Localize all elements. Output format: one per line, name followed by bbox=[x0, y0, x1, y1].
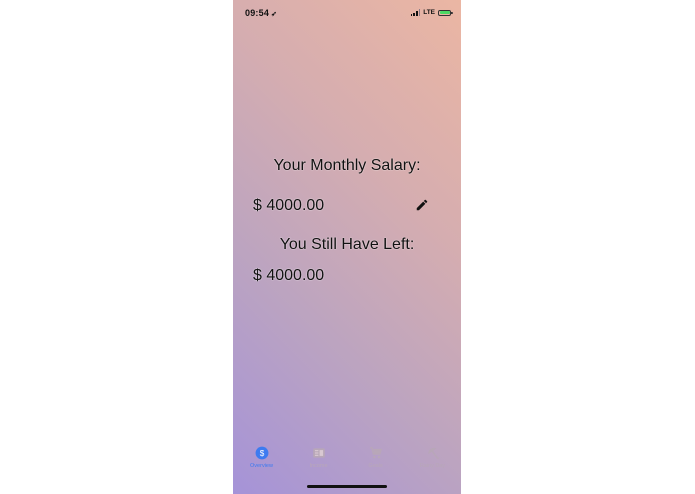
location-arrow-icon: ➶ bbox=[271, 11, 278, 18]
list-icon bbox=[312, 448, 325, 458]
tab-income[interactable]: Income bbox=[290, 446, 347, 474]
signal-strength-icon bbox=[410, 9, 421, 16]
salary-amount: $ 4000.00 bbox=[253, 197, 325, 214]
home-indicator[interactable] bbox=[307, 485, 387, 488]
tab-label: Goals bbox=[368, 463, 383, 469]
tab-overview[interactable]: $ Overview bbox=[233, 446, 290, 474]
status-bar: 09:54 ➶ LTE bbox=[233, 8, 461, 22]
umbrella-icon bbox=[427, 447, 439, 459]
tab-label: Rainy Day bbox=[419, 463, 446, 469]
svg-text:$: $ bbox=[259, 449, 264, 458]
dollar-circle-icon: $ bbox=[255, 446, 268, 460]
tab-bar: $ Overview Income Goals Rainy Day bbox=[233, 446, 461, 474]
remaining-amount: $ 4000.00 bbox=[253, 267, 325, 284]
network-type: LTE bbox=[423, 9, 435, 16]
salary-heading: Your Monthly Salary: bbox=[273, 157, 421, 174]
clock-text: 09:54 bbox=[245, 8, 270, 18]
status-time: 09:54 ➶ bbox=[245, 8, 277, 18]
tab-goals[interactable]: Goals bbox=[347, 446, 404, 474]
cart-icon bbox=[369, 447, 382, 459]
tab-label: Income bbox=[309, 463, 328, 469]
edit-salary-pencil-icon[interactable] bbox=[415, 198, 429, 212]
tab-label: Overview bbox=[250, 463, 273, 469]
remaining-heading: You Still Have Left: bbox=[279, 236, 415, 253]
tab-rainy-day[interactable]: Rainy Day bbox=[404, 446, 461, 474]
phone-screen: 09:54 ➶ LTE Your Monthly Salary: $ 4000.0… bbox=[233, 0, 461, 494]
status-indicators: LTE bbox=[410, 9, 453, 16]
battery-icon bbox=[438, 9, 453, 16]
